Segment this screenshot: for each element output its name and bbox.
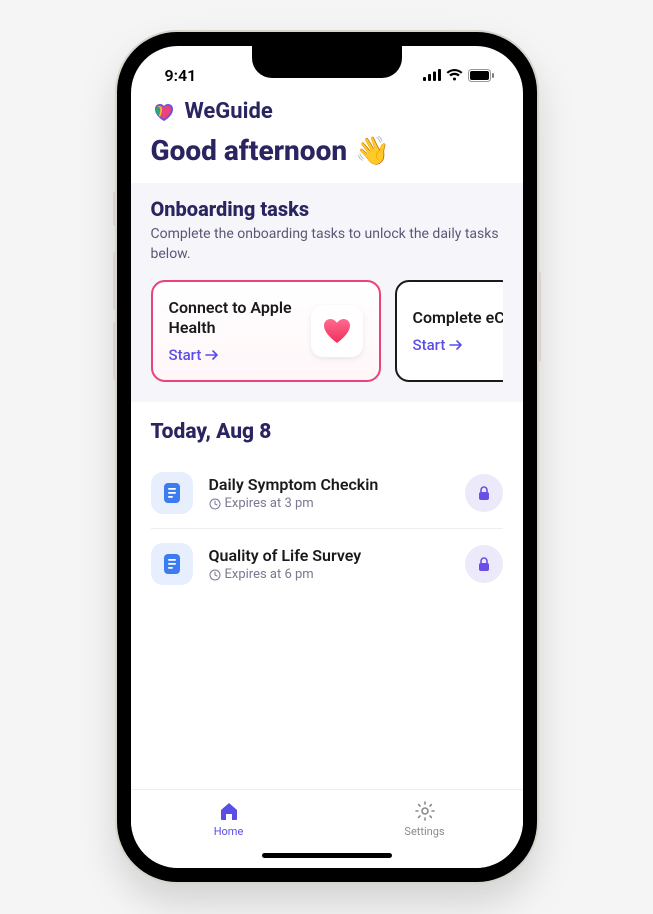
- tab-bar: Home Settings: [131, 789, 523, 842]
- task-meta: Expires at 3 pm: [209, 496, 449, 511]
- status-icons: [423, 69, 495, 82]
- volume-down-button: [113, 322, 117, 380]
- lock-icon: [477, 556, 491, 572]
- task-lock-badge: [465, 545, 503, 583]
- power-button: [537, 272, 541, 362]
- arrow-right-icon: [205, 349, 219, 361]
- volume-up-button: [113, 252, 117, 310]
- mute-switch: [113, 192, 117, 226]
- document-icon: [151, 472, 193, 514]
- tab-label: Settings: [404, 825, 444, 838]
- card-start-link[interactable]: Start: [413, 336, 503, 354]
- clock-icon: [209, 498, 221, 510]
- arrow-right-icon: [449, 339, 463, 351]
- card-title-text: Complete eConsent: [413, 308, 503, 327]
- greeting-text: Good afternoon: [151, 134, 348, 167]
- app-header: WeGuide: [131, 90, 523, 128]
- document-icon: [151, 543, 193, 585]
- onboarding-card-apple-health[interactable]: Connect to Apple Health Start: [151, 280, 381, 382]
- app-logo-icon: [151, 98, 177, 124]
- task-body: Quality of Life Survey Expires at 6 pm: [209, 546, 449, 582]
- onboarding-description: Complete the onboarding tasks to unlock …: [151, 225, 503, 264]
- task-quality-of-life-survey[interactable]: Quality of Life Survey Expires at 6 pm: [151, 528, 503, 599]
- app-name: WeGuide: [185, 99, 273, 124]
- card-title: Connect to Apple Health: [169, 298, 301, 338]
- content: WeGuide Good afternoon 👋 Onboarding task…: [131, 90, 523, 789]
- wave-emoji: 👋: [355, 134, 390, 167]
- card-title: Complete eConsent: [413, 308, 503, 328]
- card-text: Complete eConsent Start: [413, 308, 503, 354]
- phone-frame: 9:41 WeGuide Good afternoon 👋: [117, 32, 537, 882]
- onboarding-card-econsent[interactable]: Complete eConsent Start: [395, 280, 503, 382]
- greeting: Good afternoon 👋: [131, 128, 523, 183]
- task-daily-symptom-checkin[interactable]: Daily Symptom Checkin Expires at 3 pm: [151, 458, 503, 528]
- task-title: Quality of Life Survey: [209, 546, 449, 565]
- card-start-link[interactable]: Start: [169, 346, 301, 364]
- clock-icon: [209, 569, 221, 581]
- wifi-icon: [446, 69, 463, 81]
- task-expires: Expires at 6 pm: [225, 567, 314, 582]
- task-body: Daily Symptom Checkin Expires at 3 pm: [209, 475, 449, 511]
- tab-home[interactable]: Home: [184, 800, 274, 838]
- home-icon: [218, 800, 240, 822]
- task-lock-badge: [465, 474, 503, 512]
- card-text: Connect to Apple Health Start: [169, 298, 301, 364]
- onboarding-section: Onboarding tasks Complete the onboarding…: [131, 183, 523, 402]
- cellular-icon: [423, 69, 441, 81]
- tab-settings[interactable]: Settings: [380, 800, 470, 838]
- task-expires: Expires at 3 pm: [225, 496, 314, 511]
- card-action-label: Start: [169, 346, 202, 364]
- gear-icon: [414, 800, 436, 822]
- status-time: 9:41: [165, 66, 197, 85]
- today-title: Today, Aug 8: [151, 420, 503, 444]
- notch: [252, 46, 402, 78]
- apple-health-icon: [311, 305, 363, 357]
- onboarding-cards: Connect to Apple Health Start: [151, 280, 503, 382]
- battery-icon: [468, 69, 495, 82]
- onboarding-title: Onboarding tasks: [151, 197, 503, 221]
- tab-label: Home: [214, 825, 244, 838]
- home-indicator[interactable]: [131, 842, 523, 868]
- today-section: Today, Aug 8 Daily Symptom Checkin Expir…: [131, 402, 523, 617]
- lock-icon: [477, 485, 491, 501]
- heart-icon: [322, 317, 352, 345]
- phone-screen: 9:41 WeGuide Good afternoon 👋: [131, 46, 523, 868]
- card-action-label: Start: [413, 336, 446, 354]
- task-meta: Expires at 6 pm: [209, 567, 449, 582]
- task-title: Daily Symptom Checkin: [209, 475, 449, 494]
